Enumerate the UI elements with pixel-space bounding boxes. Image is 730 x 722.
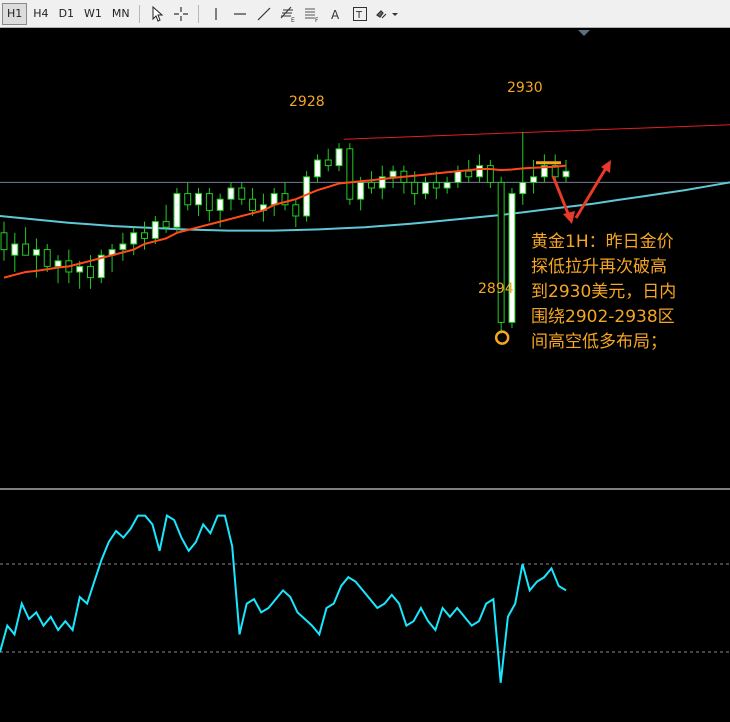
text-label-icon[interactable]: T: [348, 3, 372, 25]
bull-candle: [119, 243, 127, 251]
toolbar-divider: [197, 4, 199, 23]
fibonacci-icon[interactable]: E: [276, 3, 300, 25]
high2-label: 2930: [507, 80, 543, 96]
chart-grid: [0, 563, 730, 653]
timeframe-mn[interactable]: MN: [108, 4, 134, 24]
bear-candle: [184, 193, 192, 206]
oscillator: [0, 514, 567, 683]
bull-candle: [11, 243, 19, 256]
bear-candle: [238, 187, 246, 200]
timeframe-h4[interactable]: H4: [29, 4, 52, 24]
ma-slow-line: [0, 181, 730, 232]
timeframe-h1[interactable]: H1: [2, 2, 28, 25]
bull-candle: [195, 193, 203, 206]
bear-candle: [0, 232, 8, 251]
trendline-icon[interactable]: [252, 3, 276, 25]
analysis-comment: 黄金1H：昨日金价 探低拉升再次破高 到2930美元，日内 围绕2902-293…: [531, 230, 730, 355]
bull-candle: [519, 181, 527, 195]
timeframe-w1[interactable]: W1: [80, 4, 106, 24]
fibonacci-badge: E: [291, 17, 295, 23]
oscillator-polyline: [0, 514, 567, 683]
crosshair-icon[interactable]: [169, 3, 193, 25]
arrow-up-shaft: [574, 167, 608, 219]
bear-candle: [205, 193, 213, 211]
text-icon[interactable]: A: [324, 3, 348, 25]
price-chart[interactable]: [0, 28, 730, 722]
bull-candle: [335, 148, 343, 167]
toolbar-divider: [138, 4, 140, 23]
bull-candle: [443, 181, 451, 189]
bear-candle: [86, 265, 94, 279]
comment-line: 围绕2902-2938区: [531, 307, 675, 327]
comment-line: 黄金1H：昨日金价: [531, 232, 674, 252]
candles: [0, 132, 570, 334]
bear-candle: [324, 159, 332, 167]
bull-candle: [76, 265, 84, 273]
timeframe-d1[interactable]: D1: [55, 4, 78, 24]
bull-candle: [476, 165, 484, 178]
bear-candle: [22, 243, 30, 256]
bear-candle: [465, 170, 473, 178]
bear-candle: [367, 181, 375, 189]
low-label: 2894: [478, 281, 514, 297]
bull-candle: [562, 170, 570, 178]
bear-candle: [292, 204, 300, 217]
channel-badge: F: [315, 17, 319, 23]
bull-candle: [357, 181, 365, 200]
bear-candle: [346, 148, 354, 200]
comment-line: 探低拉升再次破高: [531, 257, 667, 277]
bull-candle: [151, 221, 159, 239]
bear-candle: [497, 181, 505, 323]
bear-candle: [43, 249, 51, 267]
bull-candle: [313, 159, 321, 178]
ma-slow-polyline: [0, 181, 730, 232]
projection-arrows: [551, 160, 611, 224]
bear-candle: [432, 181, 440, 189]
bull-candle: [227, 187, 235, 200]
trendline: [343, 124, 730, 140]
bear-candle: [411, 181, 419, 195]
high1-label: 2928: [289, 94, 325, 110]
bull-candle: [530, 176, 538, 183]
bear-candle: [141, 232, 148, 239]
bull-candle: [54, 260, 62, 267]
bear-candle: [249, 198, 257, 211]
low-circle-marker: [494, 330, 510, 345]
comment-line: 到2930美元，日内: [531, 282, 677, 302]
bull-candle: [389, 170, 397, 178]
chart-shift-marker-icon: [578, 30, 590, 36]
text-tool-glyph: A: [331, 8, 340, 22]
chart-toolbar: H1 H4 D1 W1 MN E F A T: [0, 0, 730, 28]
arrow-down-head-icon: [563, 211, 575, 224]
bull-candle: [32, 249, 40, 256]
bull-candle: [216, 198, 224, 211]
horizontal-line-icon[interactable]: [228, 3, 252, 25]
shapes-dropdown-icon[interactable]: [372, 3, 402, 25]
vertical-line-icon[interactable]: [204, 3, 228, 25]
bull-candle: [422, 181, 429, 195]
bull-candle: [173, 193, 181, 228]
channel-icon[interactable]: F: [300, 3, 324, 25]
bear-candle: [162, 221, 170, 228]
cursor-icon[interactable]: [145, 3, 169, 25]
bull-candle: [508, 193, 516, 323]
comment-line: 间高空低多布局；: [531, 332, 667, 352]
text-label-glyph: T: [355, 10, 363, 21]
resistance-trendline: [343, 124, 730, 140]
bull-candle: [270, 193, 278, 206]
bull-candle: [130, 232, 138, 245]
bull-candle: [454, 170, 462, 183]
